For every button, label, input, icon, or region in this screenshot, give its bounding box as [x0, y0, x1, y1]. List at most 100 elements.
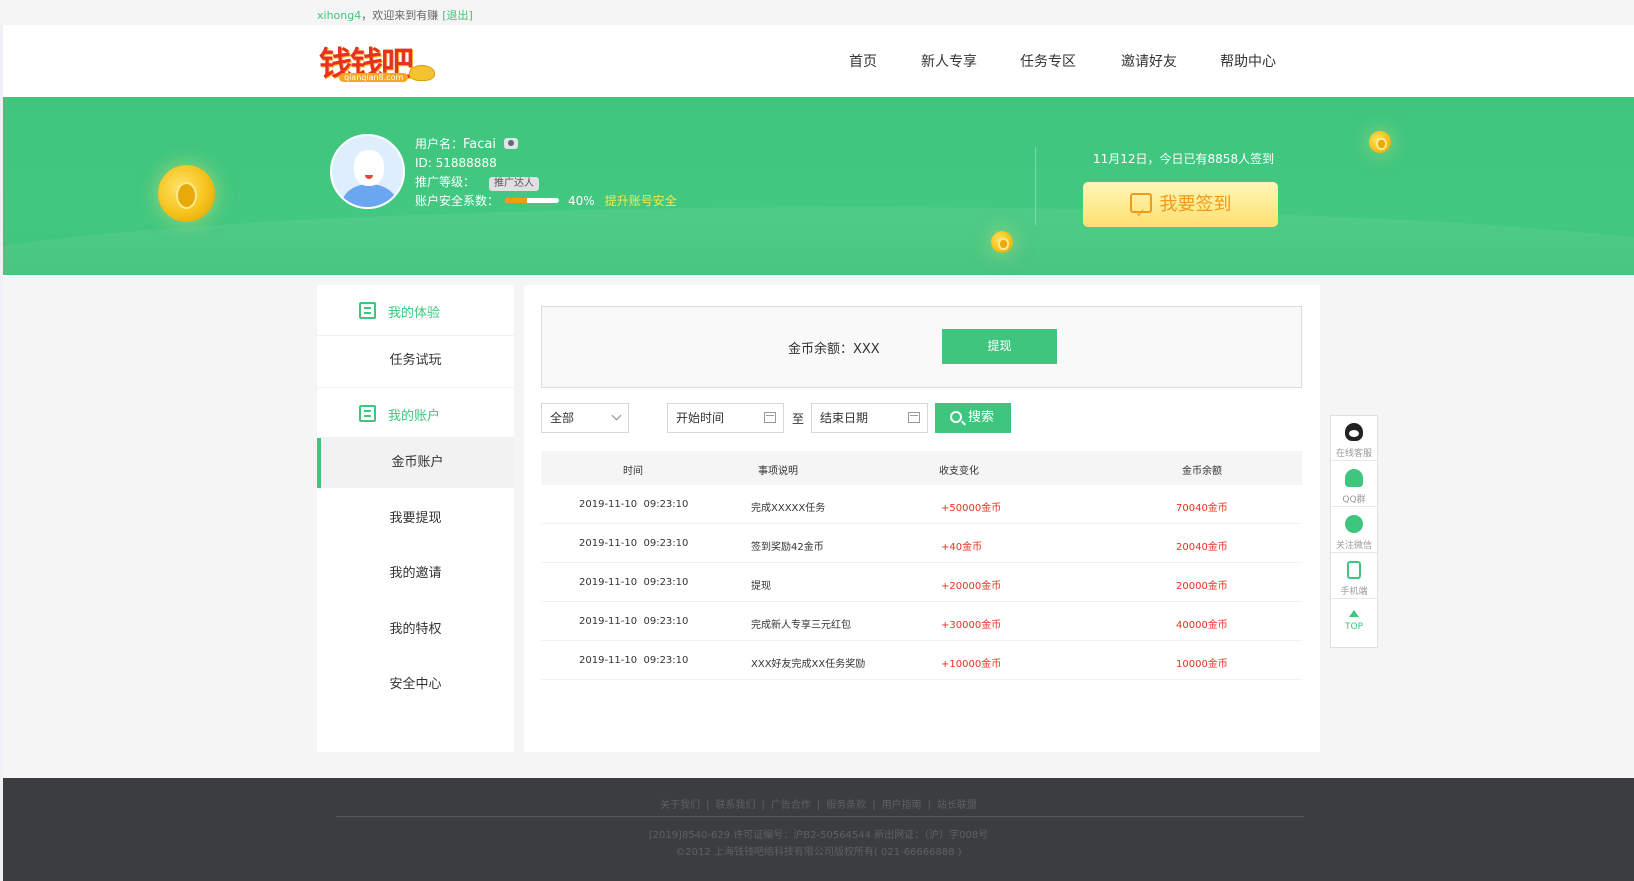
cell-change: +50000金币 [941, 503, 1002, 514]
security-progress-fill [505, 198, 527, 203]
end-date-input[interactable]: 结束日期 [811, 403, 928, 433]
table-row: 2019-11-10 09:23:10 签到奖励42金币 +40金币 20040金币 [541, 524, 1302, 563]
welcome-label: ，欢迎来到有赚 [361, 9, 439, 22]
cell-balance: 20000金币 [1176, 581, 1228, 592]
footer-divider [336, 816, 1304, 817]
avatar[interactable] [330, 134, 405, 209]
security-progress [505, 198, 560, 203]
footer-link[interactable]: 服务条款 [826, 800, 866, 811]
footer-link[interactable]: 联系我们 [715, 800, 755, 811]
cell-balance: 10000金币 [1176, 659, 1228, 670]
start-date-input[interactable]: 开始时间 [667, 403, 784, 433]
floating-toolbar: 在线客服 QQ群 关注微信 手机端 TOP [1330, 415, 1378, 648]
type-select-value: 全部 [550, 411, 575, 425]
group-icon [1345, 469, 1363, 487]
follow-wechat-button[interactable]: 关注微信 [1331, 508, 1377, 553]
footer-link[interactable]: 用户指南 [882, 800, 922, 811]
coin-icon [1369, 131, 1391, 153]
footer-link-separator: | [761, 800, 765, 811]
banner-wave [3, 207, 1634, 275]
footer-link-separator: | [927, 800, 931, 811]
username-row: 用户名：Facai [415, 135, 677, 154]
footer-link-separator: | [872, 800, 876, 811]
mobile-button[interactable]: 手机端 [1331, 554, 1377, 599]
nav-help[interactable]: 帮助中心 [1220, 51, 1276, 71]
experience-icon [359, 302, 376, 319]
cell-change: +10000金币 [941, 659, 1002, 670]
cell-time: 2019-11-10 09:23:10 [579, 655, 689, 666]
camera-icon[interactable] [504, 138, 518, 149]
back-to-top-button[interactable]: TOP [1331, 600, 1377, 645]
nav-invite[interactable]: 邀请好友 [1121, 51, 1177, 71]
nav-home[interactable]: 首页 [849, 51, 877, 71]
online-service-button[interactable]: 在线客服 [1331, 416, 1377, 461]
sidebar-item-coin-account[interactable]: 金币账户 [317, 438, 514, 488]
coin-icon [991, 231, 1013, 253]
qq-group-button[interactable]: QQ群 [1331, 462, 1377, 507]
improve-security-link[interactable]: 提升账号安全 [605, 194, 677, 208]
footer-license: [2019]8540-629 许可证编号：沪B2-50564544 新出网证：（… [648, 830, 989, 841]
avatar-body [342, 184, 397, 207]
filter-bar: 全部 开始时间 至 结束日期 搜索 [541, 403, 1311, 435]
sidebar-section-label: 我的体验 [388, 306, 441, 321]
welcome-text: xihong4，欢迎来到有赚 [退出] [317, 7, 473, 23]
level-label: 推广等级： [415, 175, 476, 189]
sidebar-item-invites[interactable]: 我的邀请 [317, 549, 514, 599]
tool-label: 手机端 [1340, 587, 1368, 597]
sidebar-item-security[interactable]: 安全中心 [317, 660, 514, 710]
sidebar-section-account: 我的账户 [317, 387, 514, 438]
site-logo[interactable]: 钱钱吧 qianqian8.com [319, 37, 439, 87]
footer-link[interactable]: 站长联盟 [937, 800, 977, 811]
search-button[interactable]: 搜索 [935, 403, 1011, 433]
footer-links: 关于我们 | 联系我们 | 广告合作 | 服务条款 | 用户指南 | 站长联盟 [3, 796, 1634, 811]
logo-domain: qianqian8.com [339, 73, 409, 82]
column-header-description: 事项说明 [758, 466, 798, 477]
cell-description: 完成XXXXX任务 [751, 503, 826, 514]
sidebar: 我的体验 任务试玩 我的账户 金币账户 我要提现 我的邀请 我的特权 安全中心 [317, 285, 514, 752]
table-header: 时间 事项说明 收支变化 金币余额 [541, 451, 1302, 485]
cell-change: +20000金币 [941, 581, 1002, 592]
chevron-down-icon [611, 410, 622, 421]
table-body: 2019-11-10 09:23:10 完成XXXXX任务 +50000金币 7004… [541, 485, 1302, 680]
sidebar-item-privileges[interactable]: 我的特权 [317, 605, 514, 655]
date-range-separator: 至 [792, 412, 805, 426]
cell-description: 签到奖励42金币 [751, 542, 824, 553]
type-select[interactable]: 全部 [541, 403, 629, 433]
search-button-label: 搜索 [968, 410, 995, 425]
main-panel: 金币余额：XXX 提现 全部 开始时间 至 结束日期 搜索 时间 事项说明 收支… [524, 285, 1320, 752]
cell-time: 2019-11-10 09:23:10 [579, 616, 689, 627]
sidebar-item-task-trial[interactable]: 任务试玩 [317, 336, 514, 386]
logout-link[interactable]: [退出] [442, 9, 473, 22]
coin-icon [158, 165, 215, 222]
username-link[interactable]: xihong4 [317, 9, 361, 22]
user-banner: 用户名：Facai ID: 51888888 推广等级： 推广达人 账户安全系数：… [3, 97, 1634, 275]
withdraw-button[interactable]: 提现 [942, 329, 1057, 364]
security-row: 账户安全系数： 40% 提升账号安全 [415, 192, 677, 211]
signin-button-label: 我要签到 [1159, 194, 1232, 215]
sidebar-item-withdraw[interactable]: 我要提现 [317, 494, 514, 544]
nav-tasks[interactable]: 任务专区 [1020, 51, 1076, 71]
search-icon [950, 411, 962, 423]
signin-info: 11月12日，今日已有8858人签到 [1093, 152, 1275, 166]
balance-box: 金币余额：XXX 提现 [541, 306, 1302, 388]
tool-label: TOP [1344, 622, 1363, 632]
cell-time: 2019-11-10 09:23:10 [579, 499, 689, 510]
calendar-icon [764, 412, 776, 423]
avatar-face [354, 150, 384, 186]
footer-link-separator: | [816, 800, 821, 811]
end-date-placeholder: 结束日期 [820, 411, 869, 425]
footer-link[interactable]: 关于我们 [660, 800, 700, 811]
footer-link[interactable]: 广告合作 [771, 800, 811, 811]
table-row: 2019-11-10 09:23:10 XXX好友完成XX任务奖励 +10000金币… [541, 641, 1302, 680]
security-percent: 40% [568, 194, 595, 208]
account-icon [359, 405, 376, 422]
footer-link-separator: | [706, 800, 710, 811]
gold-ingot-icon [409, 65, 435, 81]
username-value: Facai [463, 137, 496, 152]
cell-change: +40金币 [941, 542, 983, 553]
table-row: 2019-11-10 09:23:10 完成新人专享三元红包 +30000金币 400… [541, 602, 1302, 641]
signin-button[interactable]: 我要签到 [1083, 182, 1278, 236]
footer: 关于我们 | 联系我们 | 广告合作 | 服务条款 | 用户指南 | 站长联盟 [2019]8540… [3, 778, 1634, 881]
nav-newcomer[interactable]: 新人专享 [921, 51, 977, 71]
cell-description: 提现 [751, 581, 771, 592]
